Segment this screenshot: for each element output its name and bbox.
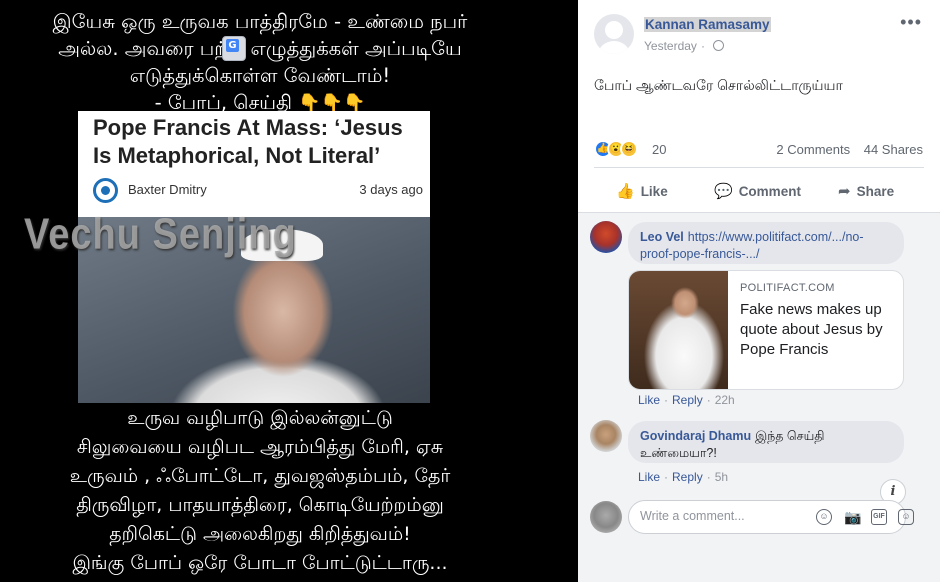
comments-count[interactable]: 2 Comments [776,142,850,157]
share-label: Share [856,184,895,199]
poster-avatar[interactable] [594,14,634,54]
comment-time[interactable]: 5h [715,470,728,484]
comment-actions: Like · Reply · 5h [638,470,729,484]
post-text: போப் ஆண்டவரே சொல்லிட்டாருய்யா [594,77,843,93]
caption-line: சிலுவையை வழிபட ஆரம்பித்து மேரி, ஏசு [76,436,444,458]
image-bottom-caption: உருவ வழிபாடு இல்லன்னுட்டு சிலுவையை வழிபட… [0,404,520,578]
poster-name[interactable]: Kannan Ramasamy [644,17,771,32]
caption-line: உருவ வழிபாடு இல்லன்னுட்டு [127,407,393,429]
comment-reply-link[interactable]: Reply [672,393,703,407]
current-user-avatar [590,501,622,533]
share-button[interactable]: ➦ Share [838,182,894,200]
reaction-count[interactable]: 20 [652,142,666,157]
globe-icon [712,40,724,51]
link-preview-title: Fake news makes up quote about Jesus by … [740,301,883,358]
thumbs-up-icon: 👍 [616,183,635,200]
link-preview-card[interactable]: POLITIFACT.COM Fake news makes up quote … [628,270,904,390]
comment-input[interactable] [640,509,810,523]
article-byline: Baxter Dmitry 3 days ago [93,178,423,204]
comment-button[interactable]: 💬 Comment [714,182,801,200]
commenter-avatar[interactable] [590,420,622,452]
post-time-text[interactable]: Yesterday [644,39,697,53]
comments-section: Leo Vel https://www.politifact.com/.../no… [578,212,940,582]
comment-like-link[interactable]: Like [638,470,660,484]
share-arrow-icon: ➦ [838,183,851,200]
gif-icon[interactable]: GIF [871,509,887,525]
caption-line: அல்ல. அவரை பற்றி எழுத்துக்கள் அப்படியே [58,37,462,60]
google-translate-icon[interactable] [222,36,246,61]
speech-bubble-icon: 💬 [714,183,733,200]
image-top-caption: இயேசு ஒரு உருவக பாத்திரமே - உண்மை நபர் அ… [0,8,520,117]
caption-line: இயேசு ஒரு உருவக பாத்திரமே - உண்மை நபர் [52,10,468,33]
comment-bubble: Leo Vel https://www.politifact.com/.../no… [628,222,904,264]
emoji-icon[interactable]: ☺ [816,509,832,525]
shared-image[interactable]: இயேசு ஒரு உருவக பாத்திரமே - உண்மை நபர் அ… [0,0,578,582]
comment-label: Comment [738,184,801,199]
watermark: Vechu Senjing [24,210,297,260]
like-label: Like [640,184,668,199]
post-timestamp: Yesterday · [644,39,724,53]
comment-composer[interactable]: ☺ 📷 GIF ☺ [628,500,914,534]
sticker-icon[interactable]: ☺ [898,509,914,525]
article-author: Baxter Dmitry [128,182,207,197]
article-headline: Pope Francis At Mass: ‘Jesus Is Metaphor… [93,115,403,168]
comment-like-link[interactable]: Like [638,393,660,407]
camera-icon[interactable]: 📷 [844,509,861,525]
post-panel: Kannan Ramasamy Yesterday · ••• போப் ஆண்ட… [578,0,940,582]
link-preview-image [629,271,728,389]
caption-line: திருவிழா, பாதயாத்திரை, கொடியேற்றம்னு [76,494,444,516]
post-header: Kannan Ramasamy Yesterday · ••• [578,0,940,64]
comment-bubble: Govindaraj Dhamu இந்த செய்தி உண்மையா?! [628,421,904,463]
caption-line: இங்கு போப் ஒரே போடா போட்டுட்டாரு... [72,552,448,574]
article-date: 3 days ago [359,182,423,197]
more-options-icon[interactable]: ••• [900,12,922,33]
engagement-counts: 2 Comments 44 Shares [766,142,923,157]
caption-line: தறிகெட்டு அலைகிறது கிறித்துவம்! [109,523,411,545]
comment-time[interactable]: 22h [715,393,735,407]
link-preview-source: POLITIFACT.COM [740,282,835,294]
comment-reply-link[interactable]: Reply [672,470,703,484]
haha-reaction-icon: 😆 [620,140,638,158]
post-action-bar: 👍 Like 💬 Comment ➦ Share [594,167,924,212]
author-logo-icon [93,178,118,203]
commenter-avatar[interactable] [590,221,622,253]
shares-count[interactable]: 44 Shares [864,142,923,157]
commenter-name[interactable]: Leo Vel [640,230,684,244]
comment-actions: Like · Reply · 22h [638,393,735,407]
like-button[interactable]: 👍 Like [616,182,668,200]
caption-line: எடுத்துக்கொள்ள வேண்டாம்! [129,64,391,87]
caption-line: உருவம் , ஃபோட்டோ, துவஜஸ்தம்பம், தேர் [69,465,451,487]
commenter-name[interactable]: Govindaraj Dhamu [640,429,751,443]
